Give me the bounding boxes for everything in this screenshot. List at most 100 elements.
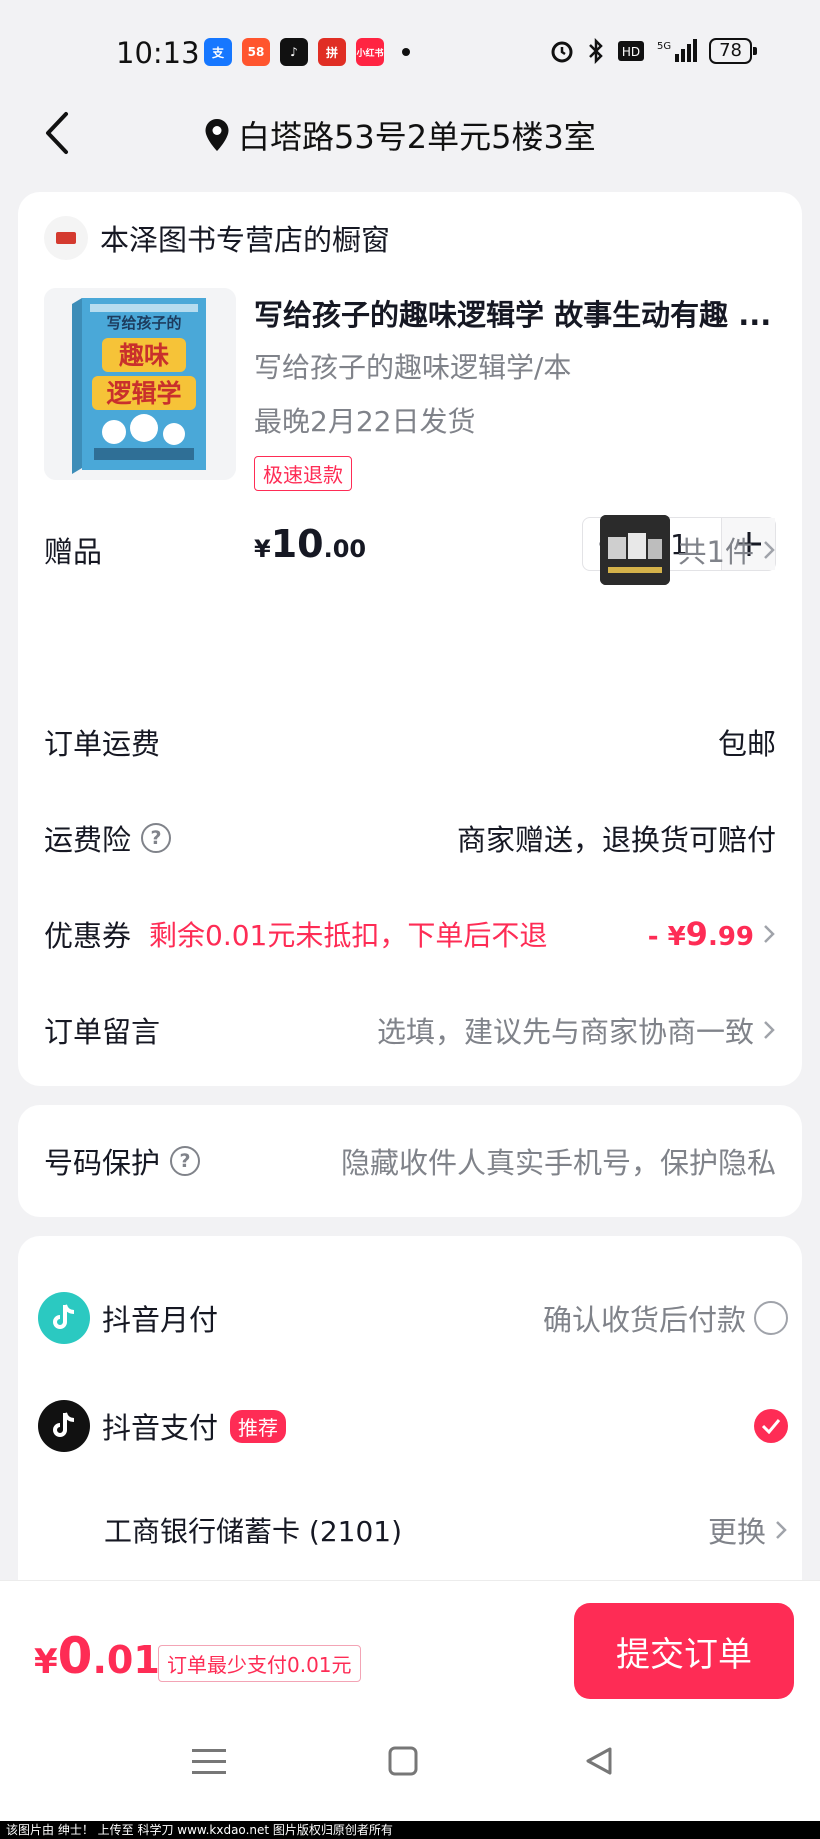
message-value-group: 选填，建议先与商家协商一致 (377, 1009, 776, 1051)
coupon-note: 剩余0.01元未抵扣，下单后不退 (149, 919, 548, 952)
row-number-protection[interactable]: 号码保护 ? 隐藏收件人真实手机号，保护隐私 (44, 1131, 776, 1191)
payment-option-douyin-pay[interactable]: 抖音支付 推荐 (38, 1396, 788, 1456)
tiktok-note-icon (53, 1412, 75, 1437)
status-bar: 10:13 支 58 ♪ 拼 小红书 HD 5G 78 (0, 0, 820, 100)
row-freight: 订单运费 包邮 (44, 712, 776, 772)
coupon-int: 9 (685, 915, 708, 953)
total-integer: 0 (57, 1627, 93, 1685)
address-title[interactable]: 白塔路53号2单元5楼3室 (204, 112, 596, 158)
monthly-left: 抖音月付 (38, 1292, 218, 1344)
row-coupon[interactable]: 优惠券 剩余0.01元未抵扣，下单后不退 - ¥9.99 (44, 904, 776, 964)
alarm-icon (551, 41, 573, 63)
xiaohongshu-icon: 小红书 (356, 38, 384, 66)
back-triangle-icon (586, 1747, 612, 1775)
home-button[interactable] (388, 1746, 418, 1780)
product-spec: 写给孩子的趣味逻辑学/本 (254, 351, 572, 384)
freight-label: 订单运费 (44, 727, 161, 761)
change-card-button[interactable]: 更换 (708, 1509, 766, 1551)
row-order-message[interactable]: 订单留言 选填，建议先与商家协商一致 (44, 1000, 776, 1060)
menu-icon (192, 1749, 226, 1774)
book-cover-line-3: 逻辑学 (106, 379, 181, 408)
freight-value: 包邮 (717, 727, 776, 761)
watermark-text: 该图片由 绅士！ 上传至 科学刀 www.kxdao.net 图片版权归原创者所… (0, 1821, 820, 1839)
change-card-group: 更换 (708, 1509, 788, 1551)
system-navigation-bar (0, 1716, 820, 1826)
chevron-right-icon (764, 541, 775, 559)
privacy-label: 号码保护 (44, 1146, 161, 1180)
battery-indicator: 78 (709, 38, 757, 64)
gift-thumbnail (599, 515, 670, 585)
total-decimal: .01 (92, 1638, 160, 1682)
status-app-icons: 支 58 ♪ 拼 小红书 (204, 38, 410, 66)
system-back-button[interactable] (584, 1746, 614, 1780)
row-shipping-insurance: 运费险 ? 商家赠送，退换货可赔付 (44, 808, 776, 868)
privacy-value: 隐藏收件人真实手机号，保护隐私 (340, 1146, 776, 1180)
check-icon (761, 1419, 781, 1434)
coupon-prefix: - ¥ (647, 922, 686, 952)
coupon-dec: .99 (707, 922, 754, 952)
notification-dot-icon (402, 48, 410, 56)
message-label: 订单留言 (44, 1015, 161, 1049)
checkout-bar: ¥0.01 订单最少支付0.01元 提交订单 (0, 1580, 820, 1716)
bank-card-label: 工商银行储蓄卡 (2101) (104, 1515, 403, 1548)
gift-count: 共1件 (677, 535, 754, 569)
minimum-payment-note: 订单最少支付0.01元 (158, 1645, 361, 1682)
row-gift[interactable]: 赠品 共1件 (44, 515, 776, 585)
chevron-right-icon (776, 1521, 787, 1539)
book-cover-line-2: 趣味 (118, 341, 169, 370)
bank-card-row[interactable]: 工商银行储蓄卡 (2101) 更换 (104, 1500, 788, 1560)
recommend-badge: 推荐 (230, 1409, 287, 1443)
home-square-icon (388, 1746, 418, 1776)
monthly-note: 确认收货后付款 (542, 1303, 746, 1337)
book-cover-line-1: 写给孩子的 (106, 314, 181, 332)
duoduo-icon: 拼 (318, 38, 346, 66)
status-right-icons: HD 5G 78 (549, 38, 757, 64)
monthly-radio[interactable] (754, 1301, 788, 1335)
coupon-value-group: - ¥9.99 (648, 915, 776, 953)
book-cover-image: 写给孩子的 趣味 逻辑学 (44, 288, 236, 480)
menu-button[interactable] (192, 1746, 226, 1780)
svg-text:5G: 5G (657, 41, 671, 52)
help-icon[interactable]: ? (170, 1146, 201, 1176)
store-header[interactable]: 本泽图书专营店的橱窗 (44, 216, 390, 260)
tiktok-note-icon (53, 1304, 75, 1329)
back-button[interactable] (38, 108, 78, 158)
insurance-label: 运费险 (44, 823, 132, 857)
privacy-label-group: 号码保护 ? (44, 1140, 201, 1182)
alipay-icon: 支 (204, 38, 232, 66)
chevron-left-icon (46, 112, 68, 154)
insurance-label-group: 运费险 ? (44, 817, 172, 859)
coupon-discount: - ¥9.99 (648, 915, 754, 953)
douyin-pay-label: 抖音支付 (102, 1411, 219, 1445)
total-price: ¥0.01 (34, 1627, 160, 1685)
hd-icon: HD (618, 41, 645, 61)
privacy-card: 号码保护 ? 隐藏收件人真实手机号，保护隐私 (18, 1105, 802, 1217)
product-image[interactable]: 写给孩子的 趣味 逻辑学 (44, 288, 236, 480)
douyin-pay-icon (38, 1400, 90, 1452)
58-icon: 58 (242, 38, 270, 66)
payment-option-monthly[interactable]: 抖音月付 确认收货后付款 (38, 1288, 788, 1348)
fast-refund-tag: 极速退款 (254, 456, 352, 491)
address-text: 白塔路53号2单元5楼3室 (238, 118, 596, 156)
product-shipping-date: 最晚2月22日发货 (254, 405, 476, 438)
gift-label: 赠品 (44, 535, 103, 569)
signal-5g-icon: 5G (657, 39, 698, 62)
product-title[interactable]: 写给孩子的趣味逻辑学 故事生动有趣 ... (254, 292, 774, 334)
bluetooth-icon (589, 38, 603, 64)
message-placeholder: 选填，建议先与商家协商一致 (376, 1015, 754, 1049)
submit-order-button[interactable]: 提交订单 (574, 1603, 794, 1699)
location-pin-icon (205, 119, 229, 151)
chevron-right-icon (764, 925, 775, 943)
chevron-right-icon (764, 1021, 775, 1039)
total-symbol: ¥ (34, 1642, 58, 1682)
gift-image (599, 515, 670, 585)
svg-text:HD: HD (622, 45, 640, 59)
insurance-value: 商家赠送，退换货可赔付 (456, 823, 776, 857)
douyin-pay-radio[interactable] (754, 1409, 788, 1443)
monthly-label: 抖音月付 (102, 1303, 219, 1337)
help-icon[interactable]: ? (141, 823, 172, 853)
gift-value-group: 共1件 (599, 515, 776, 585)
nav-bar: 白塔路53号2单元5楼3室 (0, 100, 820, 166)
monthly-right: 确认收货后付款 (543, 1297, 788, 1339)
coupon-label: 优惠券 (44, 919, 132, 953)
